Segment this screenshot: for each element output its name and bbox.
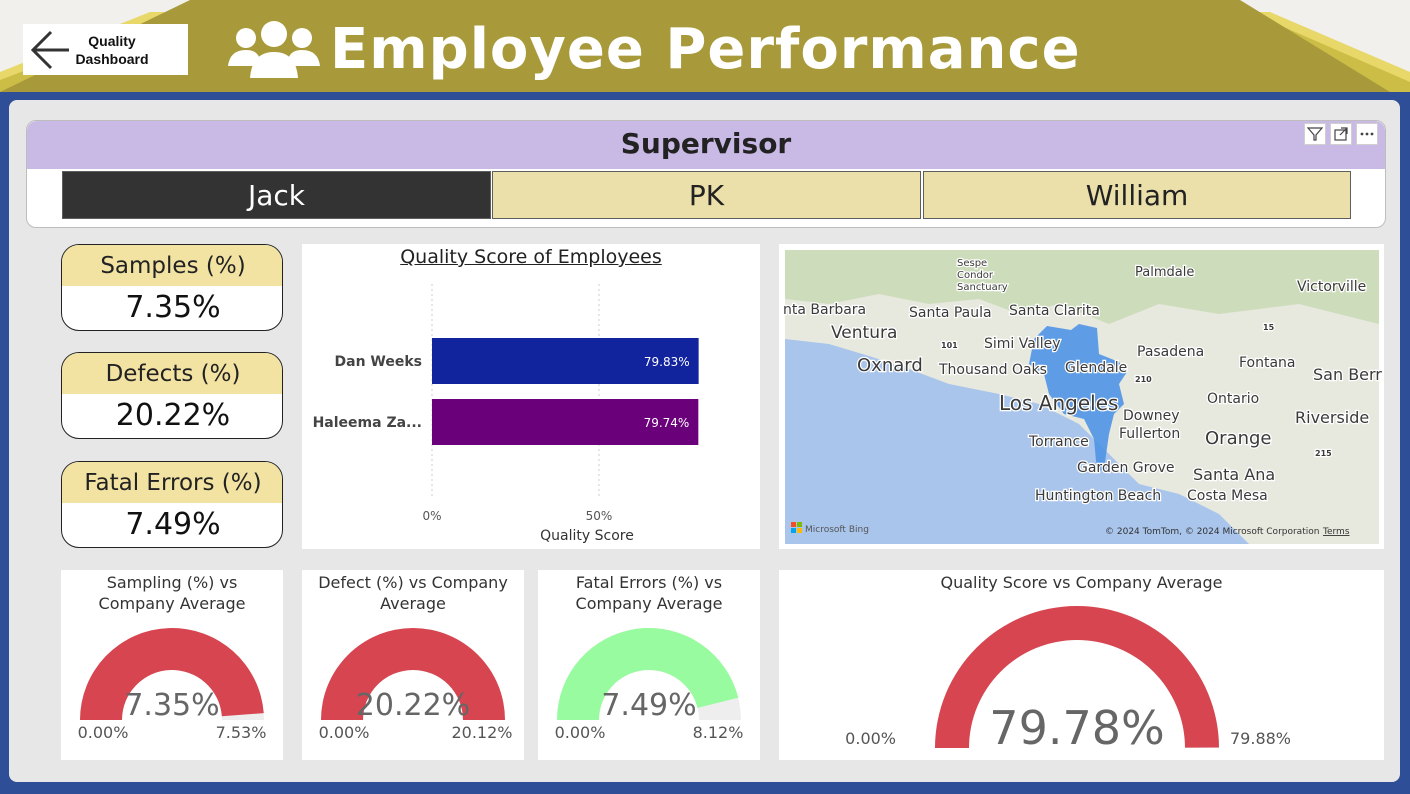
filter-icon[interactable] [1304,123,1326,145]
kpi-value: 7.49% [125,507,221,542]
gauge-plot: 20.22%0.00% 20.12% [319,628,513,742]
map-place-label: 210 [1135,375,1152,384]
map-place-label: Fullerton [1119,426,1180,442]
quality-score-bar-chart: Quality Score of Employees Dan Weeks 79.8… [302,244,760,549]
kpi-title: Defects (%) [105,361,241,387]
focus-mode-icon-glyph [1334,127,1348,141]
map-place-label: Orange [1205,428,1272,449]
gauge-plot: 79.78% 0.00% 79.88% [845,606,1291,755]
gauge-max-label: 79.88% [1230,729,1291,748]
kpi-title: Samples (%) [100,253,246,279]
map-place-label: Oxnard [857,355,923,376]
map-place-label: Sanctuary [957,282,1008,293]
gauge-value-label: 20.22% [356,688,470,723]
gauge-value-label: 7.35% [124,688,219,723]
gauge-max-label: 8.12% [693,723,744,742]
map-place-label: Ontario [1207,391,1259,407]
gauge-min-label: 0.00% [78,723,129,742]
kpi-card-fatal-errors: Fatal Errors (%) 7.49% [61,461,283,548]
people-group-icon [228,21,320,78]
gauge-min-label: 0.00% [555,723,606,742]
gauge-panel-sampling: Sampling (%) vs Company Average 7.35% 0.00… [61,570,283,760]
kpi-card-samples: Samples (%) 7.35% [61,244,283,331]
map-place-label: Costa Mesa [1187,488,1268,504]
bar-category-label: Haleema Za... [313,415,422,431]
map-place-label: Condor [957,270,994,281]
x-tick-label: 50% [586,509,613,523]
slicer-option-jack[interactable]: Jack [62,171,491,219]
back-label-line1: Quality [88,33,136,49]
map-place-label: Santa Ana [1193,465,1275,484]
kpi-title: Fatal Errors (%) [84,470,262,496]
gauge-plot: 7.49%0.00% 8.12% [555,628,744,742]
bar-data-label: 79.74% [644,416,690,430]
map-place-label: Glendale [1065,360,1127,376]
map-place-label: Los Angeles [999,391,1118,415]
map-place-label: Pasadena [1137,344,1204,360]
back-label-line2: Dashboard [75,51,149,67]
more-options-icon-glyph [1360,132,1374,136]
map-visual[interactable]: Sespe Condor Sanctuary Palmdale Victorville n… [779,244,1384,549]
slicer-option-pk[interactable]: PK [492,171,921,219]
map-place-label: Sespe [957,258,987,269]
map-place-label: 15 [1263,323,1275,332]
bar-category-label: Dan Weeks [335,354,423,370]
gauge-panel-fatal-errors: Fatal Errors (%) vs Company Average 7.49%… [538,570,760,760]
map-place-label: Palmdale [1135,265,1194,280]
gauge-plot: 7.35%0.00% 7.53% [78,628,267,742]
gauge-max-label: 20.12% [451,723,512,742]
slicer-option-william[interactable]: William [923,171,1351,219]
map-copyright: © 2024 TomTom, © 2024 Microsoft Corporat… [1105,527,1319,537]
focus-mode-icon[interactable] [1330,123,1352,145]
map-place-label: Downey [1123,408,1180,424]
map-place-label: Riverside [1295,408,1369,427]
supervisor-slicer: Supervisor Jack PK William [26,120,1386,228]
kpi-value: 20.22% [115,398,231,433]
map-place-label: Garden Grove [1077,460,1175,476]
gauge-panel-quality-score: Quality Score vs Company Average 79.78% 0… [779,570,1384,760]
map-place-label: Simi Valley [984,336,1061,352]
bar-data-label: 79.83% [644,355,690,369]
map-terms-link[interactable]: Terms [1322,527,1350,537]
map-place-label: Huntington Beach [1035,488,1161,504]
gauge-panel-defect: Defect (%) vs Company Average 20.22% 0.00%… [302,570,524,760]
map-place-label: Torrance [1028,434,1089,450]
gauge-value-label: 7.49% [601,688,696,723]
gauge-value-label: 79.78% [989,701,1164,755]
map-place-label: Santa Paula [909,305,992,321]
filter-icon-glyph [1306,127,1324,141]
gauge-min-label: 0.00% [319,723,370,742]
slicer-title: Supervisor [620,127,792,160]
back-to-quality-dashboard-button[interactable]: Quality Dashboard [23,24,188,75]
page-title: Employee Performance [330,17,1081,82]
map-place-label: Fontana [1239,355,1296,371]
map-place-label: Victorville [1297,279,1366,295]
map-place-label: Santa Clarita [1009,303,1100,319]
kpi-card-defects: Defects (%) 20.22% [61,352,283,439]
kpi-value: 7.35% [125,290,221,325]
back-button-label: Quality Dashboard [67,32,157,68]
x-axis-label: Quality Score [540,528,634,544]
gauge-max-label: 7.53% [216,723,267,742]
map-canvas[interactable]: SespeCondorSanctuary Palmdale Victorville n… [779,244,1384,549]
map-place-label: Ventura [831,323,897,343]
map-place-label: San Berr [1313,365,1382,384]
map-place-label: 215 [1315,449,1332,458]
map-place-label: 101 [941,341,958,350]
map-place-label: Thousand Oaks [938,362,1047,378]
arrow-left-icon [30,30,69,70]
map-logo-text: Microsoft Bing [805,525,869,535]
x-tick-label: 0% [422,509,441,523]
bar-chart-plot: Dan Weeks 79.83% Haleema Za... 79.74% 0% 50% Q… [313,284,699,544]
map-place-label: nta Barbara [783,302,866,318]
more-options-icon[interactable] [1356,123,1378,145]
gauge-min-label: 0.00% [845,729,896,748]
